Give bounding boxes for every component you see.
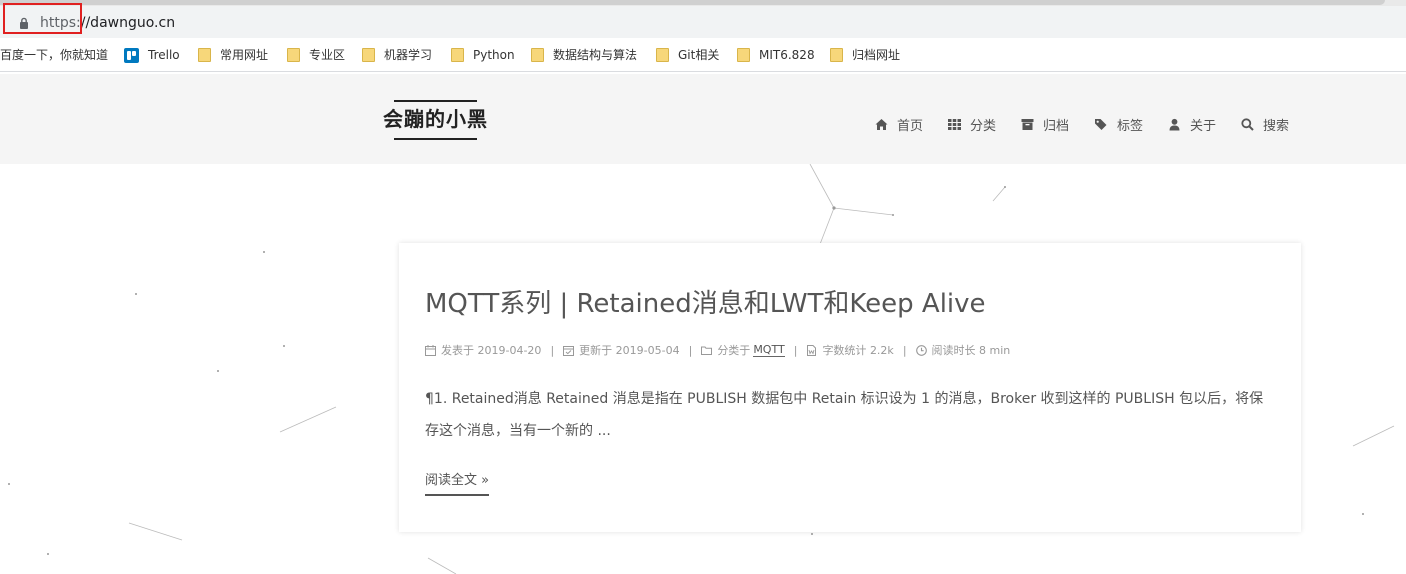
- folder-icon: [830, 48, 843, 62]
- archive-icon: [1021, 118, 1034, 130]
- updated-date: 2019-05-04: [615, 343, 680, 357]
- bookmark-label: Trello: [148, 48, 180, 62]
- folder-icon: [737, 48, 750, 62]
- bookmark-label: 机器学习: [384, 48, 433, 62]
- bookmark-label: Python: [473, 48, 515, 62]
- post-excerpt: ¶1. Retained消息 Retained 消息是指在 PUBLISH 数据…: [425, 391, 1264, 439]
- bookmark-label: 专业区: [309, 48, 346, 62]
- bookmark-folder-ml[interactable]: 机器学习: [362, 46, 432, 64]
- bookmark-baidu[interactable]: 百度一下，你就知道: [0, 46, 108, 64]
- site-brand[interactable]: 会蹦的小黑: [380, 100, 491, 140]
- menu-item-label: 搜索: [1263, 118, 1290, 134]
- folder-icon: [656, 48, 669, 62]
- posted-date: 2019-04-20: [477, 343, 542, 357]
- meta-separator: |: [793, 343, 798, 357]
- readtime-label: 阅读时长: [931, 344, 976, 357]
- site-title[interactable]: 会蹦的小黑: [380, 106, 491, 132]
- address-bar[interactable]: https://dawnguo.cn: [0, 6, 1406, 38]
- menu-item-label: 标签: [1117, 118, 1144, 134]
- updated-label: 更新于: [579, 344, 613, 357]
- folder-open-icon: [701, 346, 713, 355]
- posted-label: 发表于: [441, 344, 474, 357]
- category-link[interactable]: MQTT: [753, 343, 785, 357]
- clock-icon: [915, 344, 927, 356]
- bookmark-trello[interactable]: Trello: [124, 46, 180, 64]
- grid-icon: [948, 118, 961, 130]
- folder-icon: [451, 48, 464, 62]
- menu-item-archives[interactable]: 归档: [1021, 114, 1069, 134]
- menu-item-search[interactable]: 搜索: [1241, 114, 1289, 134]
- folder-icon: [531, 48, 544, 62]
- bookmark-folder-dsa[interactable]: 数据结构与算法: [531, 46, 637, 64]
- home-icon: [875, 118, 888, 130]
- post-card: MQTT系列 | Retained消息和LWT和Keep Alive 发表于 2…: [399, 243, 1301, 532]
- menu-item-label: 关于: [1190, 118, 1217, 134]
- calendar-icon: [425, 344, 436, 356]
- calendar-check-icon: [563, 345, 575, 356]
- bookmark-folder-archive[interactable]: 归档网址: [830, 46, 900, 64]
- lock-icon[interactable]: [18, 17, 30, 29]
- bookmarks-bar: 百度一下，你就知道 Trello 常用网址 专业区 机器学习 Python 数据…: [0, 38, 1406, 72]
- site-header: 会蹦的小黑 首页 分类 归档 标签 关于 搜索: [0, 74, 1406, 164]
- category-label: 分类于: [717, 344, 751, 357]
- menu-item-tags[interactable]: 标签: [1094, 114, 1143, 134]
- url-host: //dawnguo.cn: [80, 15, 176, 31]
- menu-item-home[interactable]: 首页: [875, 114, 923, 134]
- url-text[interactable]: https://dawnguo.cn: [40, 14, 175, 32]
- post-meta: 发表于 2019-04-20 | 更新于 2019-05-04 | 分类于 MQT…: [425, 342, 1010, 358]
- file-word-icon: [807, 344, 817, 356]
- menu-item-label: 首页: [897, 118, 924, 134]
- bookmark-label: 数据结构与算法: [553, 48, 638, 62]
- omnibox[interactable]: [4, 9, 1384, 35]
- menu-item-label: 分类: [970, 118, 997, 134]
- folder-icon: [198, 48, 211, 62]
- brand-line-top: [394, 100, 477, 102]
- bookmark-label: MIT6.828: [759, 48, 815, 62]
- meta-separator: |: [902, 343, 907, 357]
- bookmark-folder-major[interactable]: 专业区: [287, 46, 345, 64]
- user-icon: [1169, 118, 1180, 130]
- meta-separator: |: [688, 343, 693, 357]
- post-title[interactable]: MQTT系列 | Retained消息和LWT和Keep Alive: [425, 287, 986, 321]
- bookmark-label: 常用网址: [220, 48, 269, 62]
- menu-item-categories[interactable]: 分类: [948, 114, 996, 134]
- tags-icon: [1095, 118, 1107, 130]
- readtime-value: 8 min: [979, 343, 1011, 357]
- read-more-link[interactable]: 阅读全文 »: [425, 473, 490, 496]
- trello-icon: [124, 47, 139, 63]
- bookmark-folder-mit[interactable]: MIT6.828: [737, 46, 815, 64]
- folder-icon: [362, 48, 375, 62]
- tab-strip-bar: [0, 0, 1385, 5]
- brand-line-bottom: [394, 138, 477, 140]
- menu-item-about[interactable]: 关于: [1168, 114, 1216, 134]
- bookmark-label: Git相关: [678, 48, 720, 62]
- menu-item-label: 归档: [1043, 118, 1070, 134]
- wordcount-label: 字数统计: [822, 344, 867, 357]
- bookmark-folder-git[interactable]: Git相关: [656, 46, 719, 64]
- wordcount-value: 2.2k: [869, 343, 894, 357]
- bookmark-folder-common[interactable]: 常用网址: [198, 46, 268, 64]
- bookmark-folder-python[interactable]: Python: [451, 46, 515, 64]
- bookmark-label: 归档网址: [852, 48, 901, 62]
- meta-separator: |: [550, 343, 555, 357]
- bookmark-label: 百度一下，你就知道: [0, 48, 109, 62]
- url-scheme: https:: [40, 15, 81, 31]
- search-icon: [1241, 117, 1254, 131]
- folder-icon: [287, 48, 300, 62]
